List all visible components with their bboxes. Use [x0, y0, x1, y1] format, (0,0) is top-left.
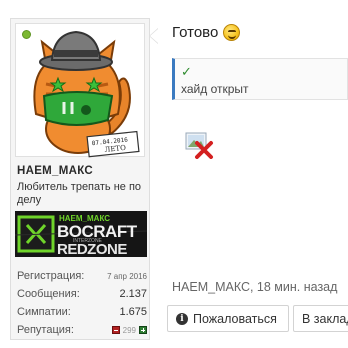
user-banner[interactable]: НАЕМ_МАКС BOCRAFT INTERZONE REDZONE	[15, 211, 147, 257]
rep-plus-icon[interactable]	[139, 326, 147, 334]
check-icon: ✓	[181, 64, 192, 79]
stat-label: Регистрация:	[17, 270, 85, 282]
reputation-box: 299	[111, 325, 147, 335]
hide-block: ✓ хайд открыт	[172, 58, 348, 100]
stat-value: 7 апр 2016	[107, 271, 147, 281]
info-icon: i	[176, 312, 188, 325]
online-dot-icon	[22, 30, 31, 39]
bookmark-label: В закладки	[302, 311, 348, 326]
report-label: Пожаловаться	[193, 311, 277, 326]
stat-likes: Симпатии: 1.675	[17, 303, 147, 321]
stat-value: 1.675	[119, 306, 147, 318]
message-text: Готово	[172, 24, 219, 41]
avatar-image: 07.04.2016 ЛЕТО	[33, 30, 140, 158]
rep-minus-icon[interactable]	[111, 326, 120, 334]
avatar[interactable]: 07.04.2016 ЛЕТО	[15, 23, 145, 158]
report-button[interactable]: i Пожаловаться	[167, 305, 289, 332]
smile-icon	[223, 24, 241, 41]
user-title: Любитель трепать не по делу	[17, 181, 142, 206]
speech-arrow	[149, 28, 158, 44]
reputation-value: 299	[122, 325, 136, 335]
bookmark-button[interactable]: В закладки	[293, 305, 348, 332]
user-card: 07.04.2016 ЛЕТО НАЕМ_МАКС Любитель трепа…	[10, 18, 150, 340]
hide-text: хайд открыт	[181, 82, 249, 96]
message-title: Готово	[172, 24, 241, 41]
stat-label: Репутация:	[17, 324, 74, 336]
stat-messages: Сообщения: 2.137	[17, 285, 147, 303]
stat-reputation: Репутация: 299	[17, 321, 147, 339]
user-stats: Регистрация: 7 апр 2016 Сообщения: 2.137…	[17, 267, 147, 339]
stat-value[interactable]: 2.137	[119, 288, 147, 300]
banner-line3: REDZONE	[57, 241, 127, 257]
broken-image-icon[interactable]	[185, 131, 217, 159]
banner-image: НАЕМ_МАКС BOCRAFT INTERZONE REDZONE	[15, 211, 147, 257]
stat-label: Симпатии:	[17, 306, 71, 318]
post-meta[interactable]: НАЕМ_МАКС, 18 мин. назад	[172, 280, 337, 294]
stat-label: Сообщения:	[17, 288, 80, 300]
stat-registration: Регистрация: 7 апр 2016	[17, 267, 147, 285]
username[interactable]: НАЕМ_МАКС	[17, 165, 93, 177]
